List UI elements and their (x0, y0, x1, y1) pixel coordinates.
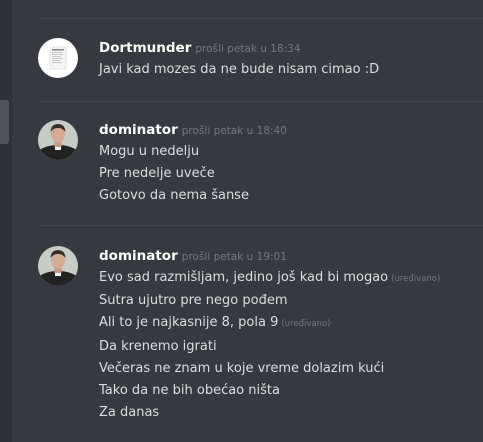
priest-avatar-icon (38, 120, 78, 160)
document-icon (38, 38, 78, 78)
avatar[interactable] (38, 38, 78, 78)
timestamp: prošli petak u 19:01 (181, 251, 287, 263)
message-text: Da krenemo igrati (99, 338, 217, 354)
message-content: dominator prošli petak u 18:40 Mogu u ned… (99, 120, 483, 208)
edited-label: (uređivano) (391, 274, 441, 284)
avatar[interactable] (38, 120, 78, 160)
message-text: Sutra ujutro pre nego pođem (99, 293, 288, 309)
message-text: Ali to je najkasnije 8, pola 9 (uređivano… (99, 315, 331, 331)
username[interactable]: Dortmunder (99, 40, 191, 56)
message-text: Za danas (99, 405, 160, 421)
scroll-indicator[interactable] (0, 100, 9, 144)
message-text: Pre nedelje uveče (99, 166, 215, 182)
message-text: Mogu u nedelju (99, 144, 200, 159)
edited-label: (uređivano) (281, 319, 331, 330)
message-text: Javi kad mozes da ne bude nisam cimao :D (99, 62, 380, 77)
message-text: Večeras ne znam u koje vreme dolazim kuć… (99, 360, 385, 376)
message-divider (38, 101, 483, 102)
priest-avatar-icon (38, 246, 78, 286)
message-text: Tako da ne bih obećao ništa (99, 383, 280, 399)
timestamp: prošli petak u 18:40 (181, 125, 287, 137)
message-header: Dortmunder prošli petak u 18:34 (99, 38, 483, 56)
message-text: Gotovo da nema šanse (99, 188, 249, 204)
timestamp: prošli petak u 18:34 (195, 43, 301, 55)
message-divider (38, 225, 483, 226)
message-divider (38, 18, 483, 19)
avatar[interactable] (38, 246, 78, 286)
message-content: dominator prošli petak u 19:01 Evo sad ra… (99, 246, 483, 424)
message-content: Dortmunder prošli petak u 18:34 Javi kad … (99, 38, 483, 81)
left-panel-edge (0, 0, 12, 442)
message-header: dominator prošli petak u 19:01 (99, 246, 483, 264)
username[interactable]: dominator (99, 248, 178, 264)
message-header: dominator prošli petak u 18:40 (99, 120, 483, 138)
username[interactable]: dominator (99, 122, 178, 138)
message-text: Evo sad razmišljam, jedino još kad bi mo… (99, 270, 441, 285)
